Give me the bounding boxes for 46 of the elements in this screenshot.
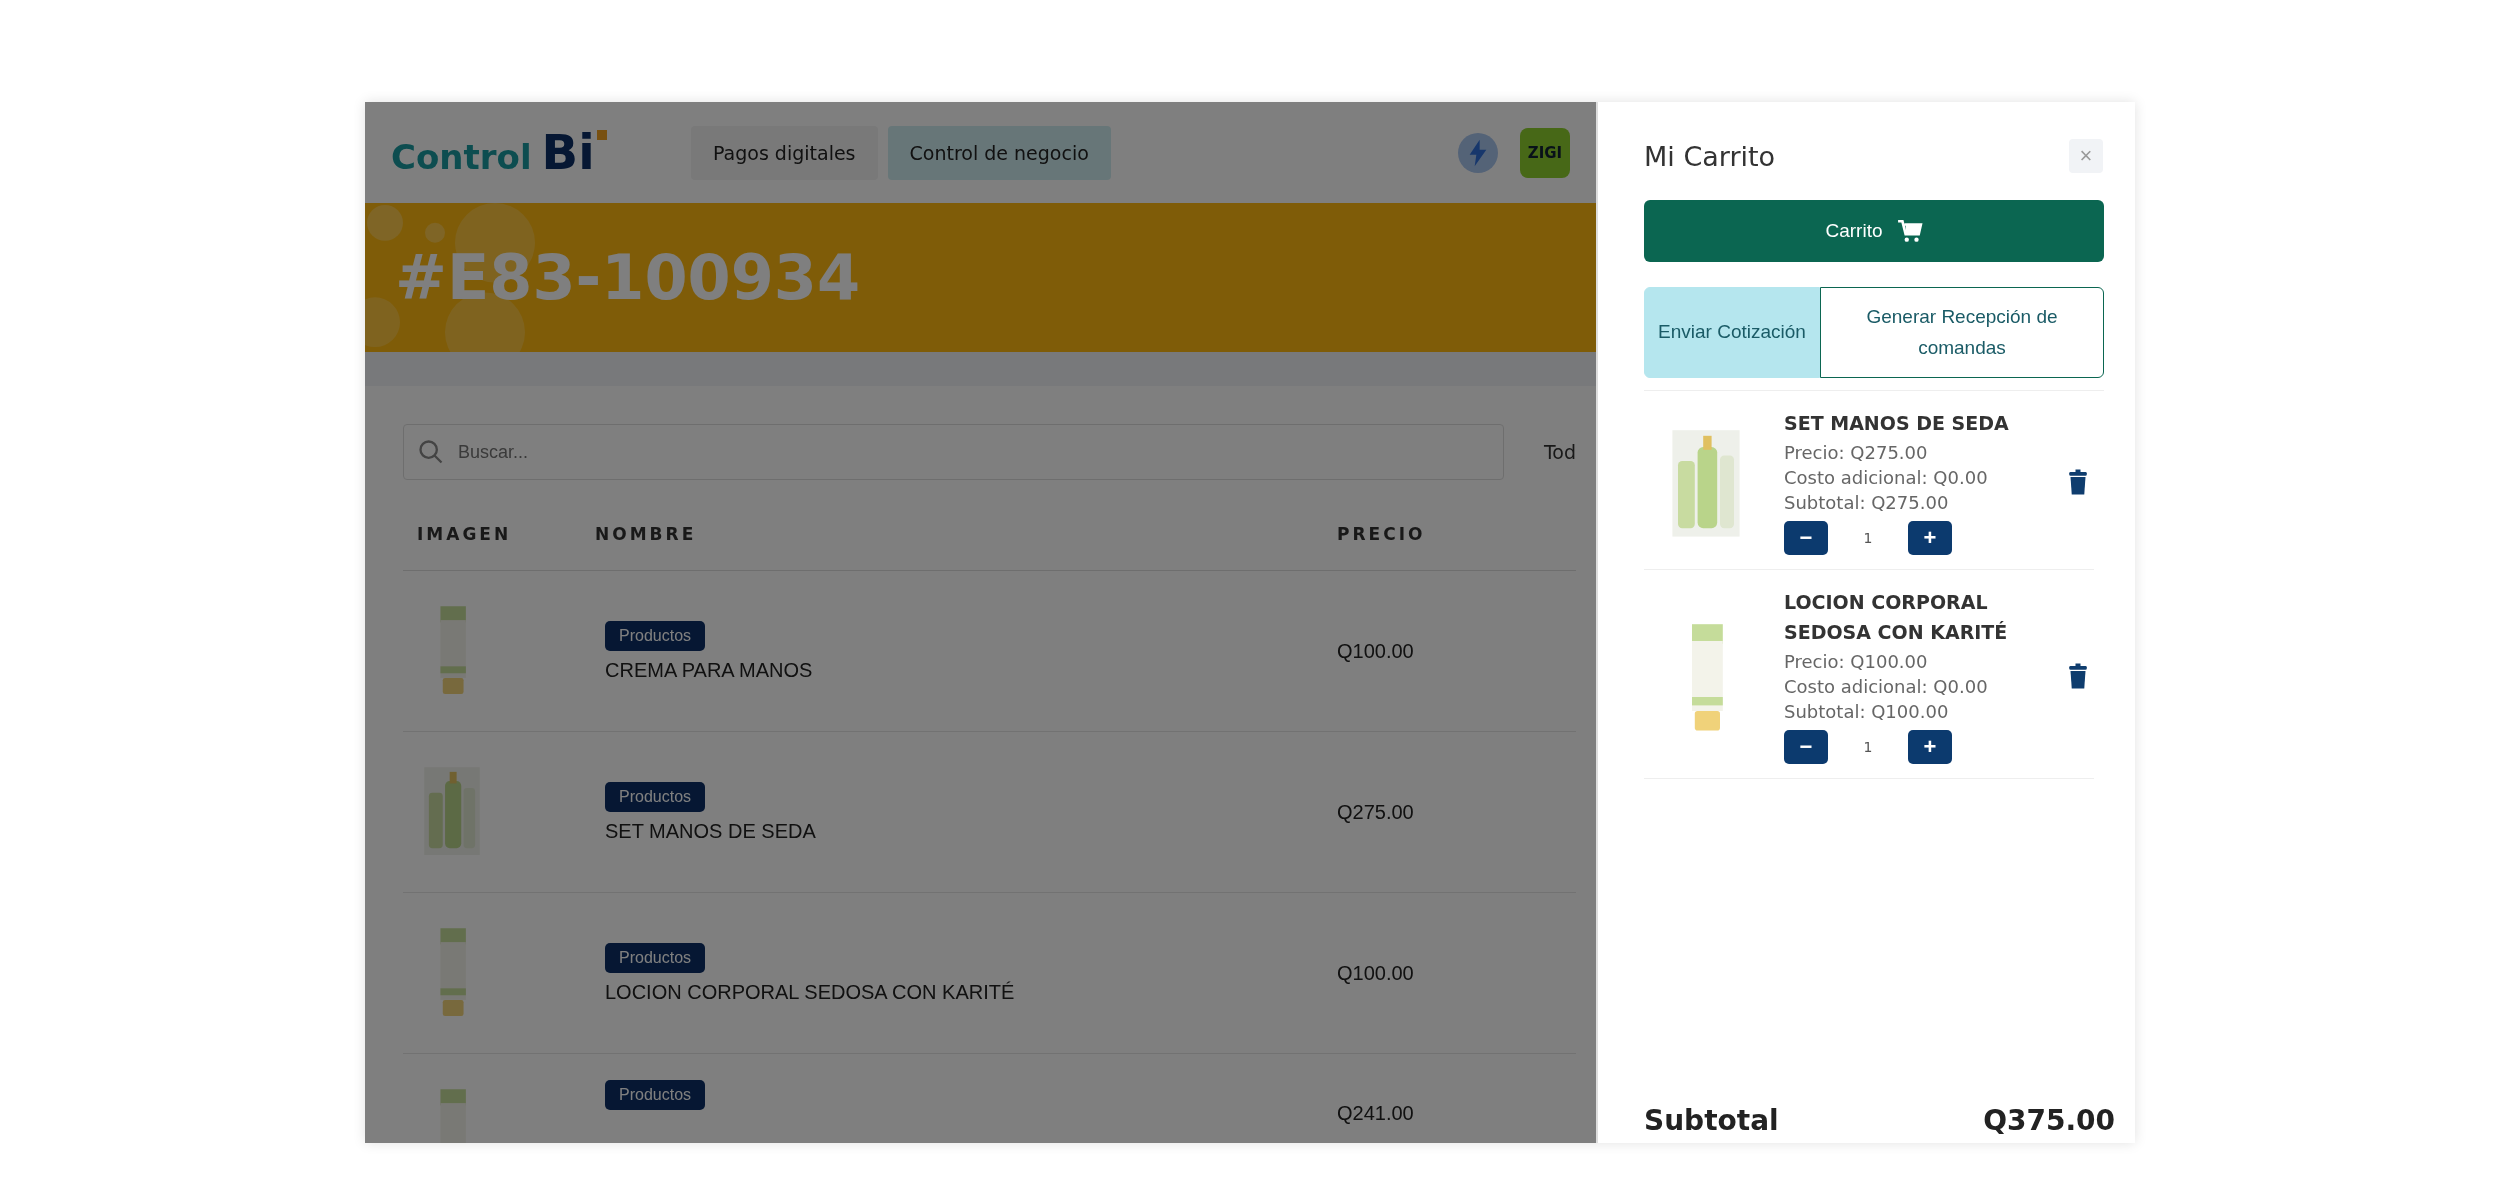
item-subtotal: Subtotal: Q100.00	[1784, 701, 1950, 723]
filter-dropdown[interactable]: Tod	[1543, 441, 1576, 463]
order-number: #E83-100934	[395, 241, 861, 314]
category-badge: Productos	[605, 942, 706, 973]
nav-tab[interactable]: Pagos digitales	[691, 125, 878, 180]
quantity-field[interactable]: 1	[1828, 730, 1908, 765]
column-header: PRECIO	[1337, 524, 1427, 544]
quantity-field[interactable]: 1	[1828, 521, 1908, 556]
product-price: Q241.00	[1337, 1102, 1415, 1125]
column-header: NOMBRE	[595, 524, 698, 544]
search-field[interactable]: Buscar...	[403, 424, 1504, 480]
product-name: SET MANOS DE SEDA	[605, 819, 816, 843]
product-name: LOCION CORPORAL SEDOSA CON KARITÉ	[605, 980, 1015, 1004]
logo-mark: Bi	[541, 126, 607, 179]
category-badge: Productos	[605, 620, 706, 651]
trash-icon[interactable]	[2068, 469, 2088, 496]
drawer-tab[interactable]: Generar Recepción de comandas	[1820, 287, 2104, 378]
item-price: Precio: Q275.00	[1784, 442, 1929, 464]
item-name: LOCION CORPORAL SEDOSA CON KARITÉ	[1784, 590, 2009, 645]
item-extra-cost: Costo adicional: Q0.00	[1784, 467, 1989, 489]
column-header: IMAGEN	[416, 524, 513, 544]
product-name: CREMA PARA MANOS	[605, 658, 813, 682]
drawer-title: Mi Carrito	[1644, 140, 1776, 172]
logo-text: Control	[391, 137, 532, 178]
increase-button[interactable]: +	[1908, 730, 1952, 765]
item-extra-cost: Costo adicional: Q0.00	[1784, 676, 1989, 698]
nav-tab[interactable]: Control de negocio	[887, 125, 1111, 180]
increase-button[interactable]: +	[1908, 521, 1952, 556]
drawer-tab[interactable]: Enviar Cotización	[1644, 287, 1820, 378]
search-icon	[417, 438, 445, 466]
item-name: SET MANOS DE SEDA	[1784, 411, 2010, 436]
lightning-icon[interactable]	[1458, 132, 1498, 173]
product-price: Q275.00	[1337, 800, 1415, 824]
category-badge: Productos	[605, 1080, 706, 1110]
cart-button[interactable]: Carrito	[1644, 200, 2104, 262]
product-price: Q100.00	[1337, 639, 1415, 663]
trash-icon[interactable]	[2068, 663, 2088, 690]
product-price: Q100.00	[1337, 961, 1415, 985]
category-badge: Productos	[605, 781, 706, 812]
decrease-button[interactable]: −	[1784, 521, 1828, 556]
subtotal-value: Q375.00	[1983, 1104, 2115, 1137]
subtotal-label: Subtotal	[1644, 1104, 1779, 1137]
item-subtotal: Subtotal: Q275.00	[1784, 492, 1950, 514]
cart-icon	[1896, 218, 1923, 244]
item-price: Precio: Q100.00	[1784, 651, 1929, 673]
decrease-button[interactable]: −	[1784, 730, 1828, 765]
